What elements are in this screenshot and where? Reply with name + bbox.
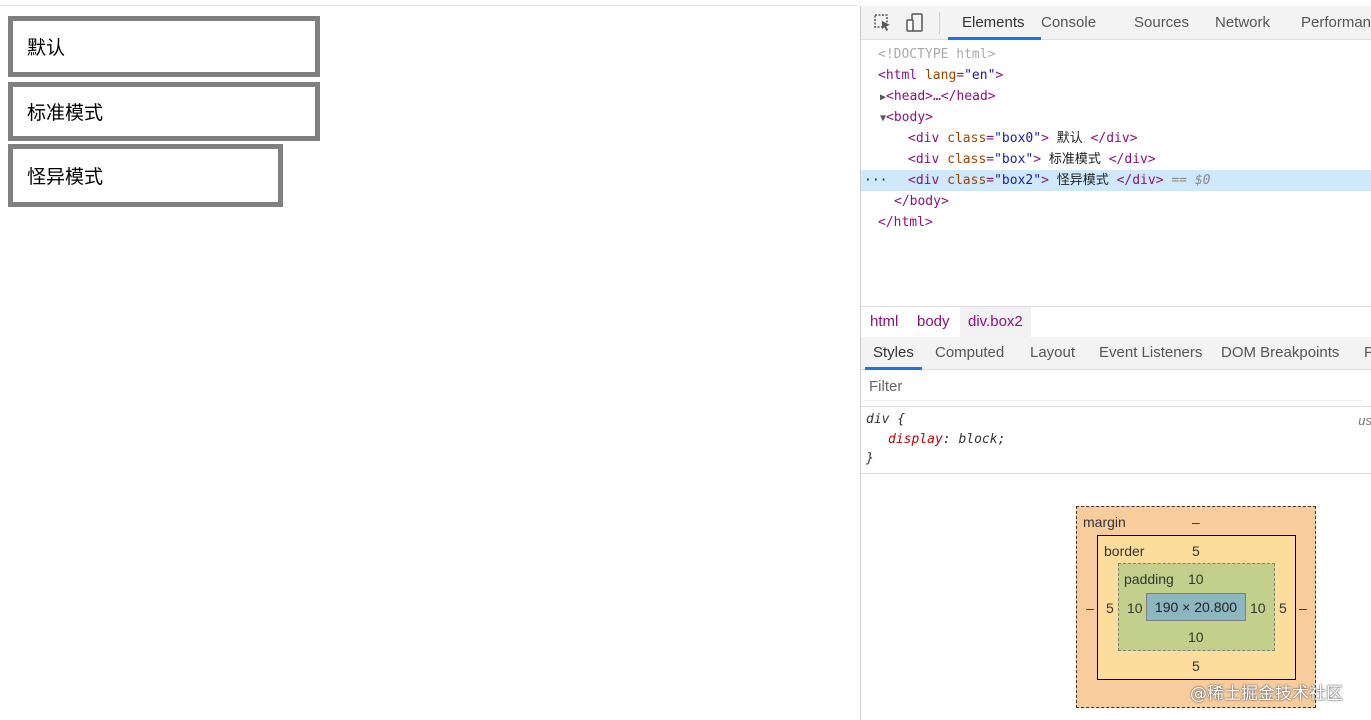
tab-performance[interactable]: Performan: [1297, 6, 1371, 39]
box2-label: 怪异模式: [27, 166, 104, 188]
margin-right-value[interactable]: –: [1299, 600, 1307, 616]
tab-computed[interactable]: Computed: [935, 337, 1004, 369]
dom-div-box[interactable]: <div class="box"> 标准模式 </div>: [908, 149, 1156, 170]
padding-top-value[interactable]: 10: [1188, 571, 1204, 587]
box2-quirks-mode: 怪异模式: [8, 144, 283, 207]
devtools-tabbar: Elements Console Sources Network Perform…: [861, 6, 1371, 40]
dom-html-open[interactable]: <html lang="en">: [878, 65, 1003, 86]
border-label: border: [1104, 543, 1145, 559]
padding-right-value[interactable]: 10: [1250, 600, 1266, 616]
breadcrumb-div-box2[interactable]: div.box2: [960, 307, 1031, 337]
tab-sources[interactable]: Sources: [1130, 6, 1193, 39]
dom-div-box2-selected[interactable]: ··· <div class="box2"> 怪异模式 </div> == $0: [861, 170, 1371, 191]
margin-top-value[interactable]: –: [1192, 514, 1200, 530]
tab-dom-breakpoints[interactable]: DOM Breakpoints: [1221, 337, 1339, 369]
selected-node-marker: == $0: [1171, 173, 1211, 188]
padding-label: padding: [1124, 571, 1174, 587]
border-top-value[interactable]: 5: [1192, 543, 1200, 559]
styles-filter: [863, 372, 1363, 401]
padding-left-value[interactable]: 10: [1127, 600, 1143, 616]
dom-div-box0[interactable]: <div class="box0"> 默认 </div>: [908, 128, 1138, 149]
page-top-divider: [0, 5, 860, 6]
margin-label: margin: [1083, 514, 1126, 530]
tab-console[interactable]: Console: [1037, 6, 1100, 39]
tab-styles[interactable]: Styles: [865, 337, 922, 370]
margin-left-value[interactable]: –: [1086, 600, 1094, 616]
tab-layout[interactable]: Layout: [1030, 337, 1075, 369]
tab-network[interactable]: Network: [1211, 6, 1274, 39]
breadcrumb-html[interactable]: html: [870, 307, 898, 337]
device-toolbar-icon[interactable]: [905, 13, 925, 33]
dom-html-close[interactable]: </html>: [878, 212, 933, 233]
styles-tabbar: Styles Computed Layout Event Listeners D…: [861, 337, 1371, 370]
dom-head[interactable]: ▶<head>…</head>: [880, 86, 996, 107]
box0-label: 默认: [27, 37, 66, 59]
padding-bottom-value[interactable]: 10: [1188, 629, 1204, 645]
dom-tree: <!DOCTYPE html> <html lang="en"> ▶<head>…: [861, 42, 1371, 302]
border-right-value[interactable]: 5: [1279, 600, 1287, 616]
rule-selector[interactable]: div {: [866, 412, 905, 427]
box-standard-mode: 标准模式: [8, 82, 320, 141]
tab-properties[interactable]: P: [1364, 337, 1371, 369]
tab-separator: [939, 12, 940, 34]
css-rule-div: div { display: block; } us: [861, 406, 1371, 474]
dom-doctype[interactable]: <!DOCTYPE html>: [878, 44, 995, 65]
rule-declaration[interactable]: display: block;: [888, 432, 1005, 447]
border-bottom-value[interactable]: 5: [1192, 658, 1200, 674]
styles-filter-input[interactable]: [863, 372, 1349, 400]
watermark: @稀土掘金技术社区: [1190, 684, 1343, 704]
inspect-element-icon[interactable]: [873, 13, 893, 33]
breadcrumb: html body div.box2: [861, 306, 1371, 338]
tab-event-listeners[interactable]: Event Listeners: [1099, 337, 1202, 369]
user-agent-stylesheet-link[interactable]: us: [1358, 413, 1371, 428]
rule-close: }: [866, 451, 874, 466]
dom-body-close[interactable]: </body>: [894, 191, 949, 212]
tab-elements[interactable]: Elements: [948, 6, 1040, 40]
more-options-icon[interactable]: ···: [864, 170, 887, 191]
box0-default: 默认: [8, 16, 320, 77]
box-model-content[interactable]: 190 × 20.800: [1146, 593, 1246, 621]
box-label: 标准模式: [27, 102, 104, 124]
breadcrumb-body[interactable]: body: [917, 307, 950, 337]
dom-body-open[interactable]: ▼<body>: [880, 107, 933, 128]
border-left-value[interactable]: 5: [1106, 600, 1114, 616]
